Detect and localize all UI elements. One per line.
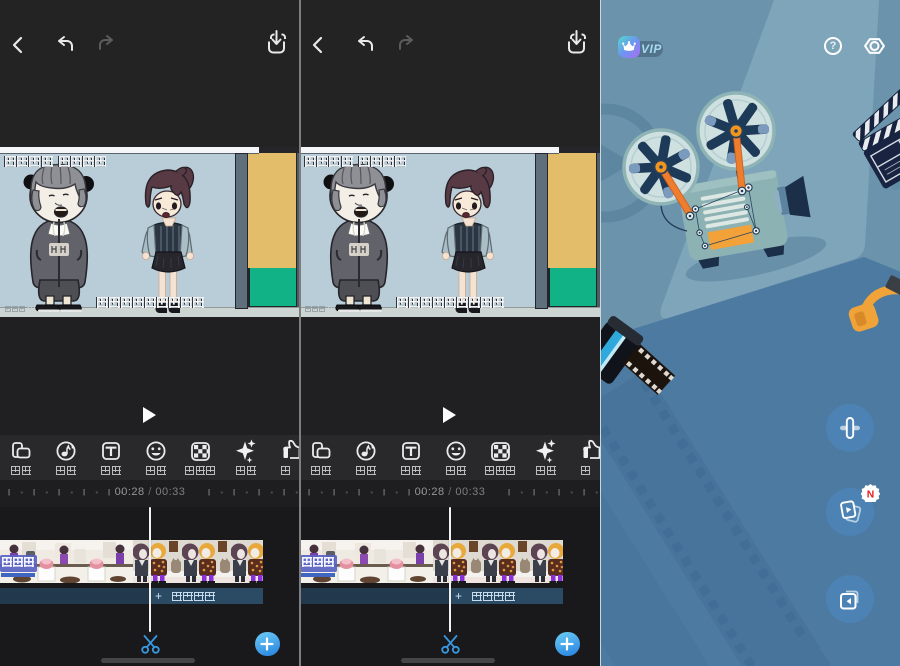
svg-text:N: N bbox=[867, 489, 874, 500]
